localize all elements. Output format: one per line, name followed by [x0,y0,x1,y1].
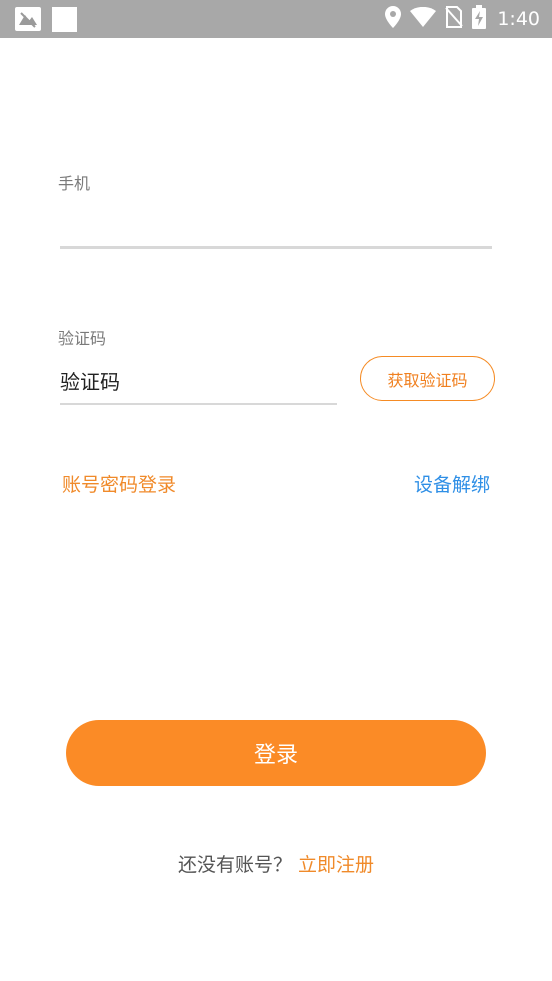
phone-underline [60,246,492,249]
register-row: 还没有账号？ 立即注册 [0,850,552,877]
get-code-button[interactable]: 获取验证码 [360,356,495,401]
password-login-link[interactable]: 账号密码登录 [62,470,176,497]
phone-label: 手机 [58,174,91,193]
device-unbind-link[interactable]: 设备解绑 [414,470,490,497]
status-bar: 1:40 [0,0,552,38]
location-icon [385,6,402,32]
code-label: 验证码 [58,329,107,348]
app-notification-icon [15,7,41,31]
no-sim-icon [445,6,464,32]
wifi-icon [410,6,437,31]
code-underline [60,403,337,405]
phone-input[interactable] [60,205,492,241]
status-icons: 1:40 [385,0,540,38]
register-link[interactable]: 立即注册 [298,854,374,876]
register-prompt: 还没有账号？ [177,854,292,876]
battery-charging-icon [472,5,487,33]
blank-notification-icon [52,7,77,32]
status-time: 1:40 [497,8,540,30]
code-input[interactable] [60,364,336,400]
login-button[interactable]: 登录 [66,720,486,786]
